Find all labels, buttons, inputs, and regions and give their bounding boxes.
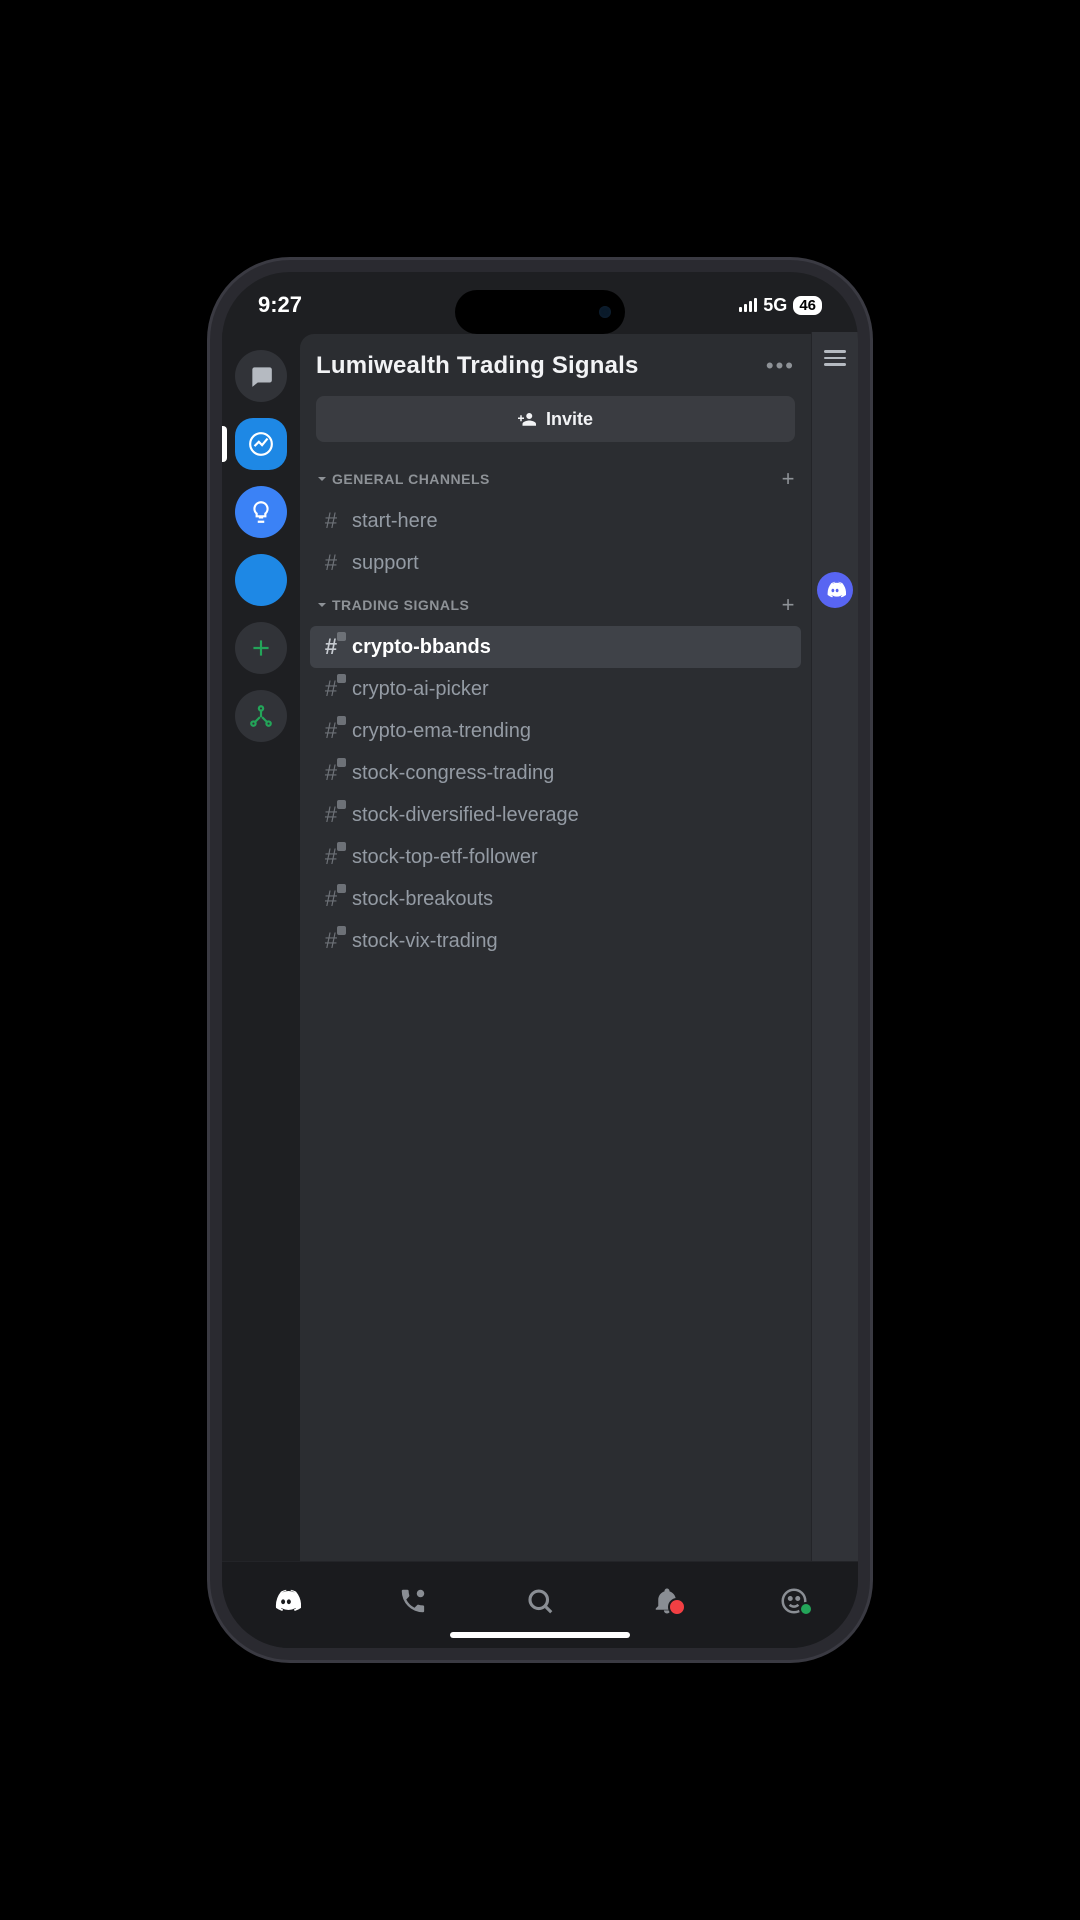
home-indicator[interactable]: [450, 1632, 630, 1638]
channel-label: stock-top-etf-follower: [352, 846, 538, 869]
dm-home[interactable]: [235, 350, 287, 402]
tab-you[interactable]: [769, 1576, 819, 1626]
channel-crypto-bbands[interactable]: # crypto-bbands: [310, 626, 801, 668]
channel-stock-vix-trading[interactable]: # stock-vix-trading: [310, 920, 801, 962]
channel-stock-congress-trading[interactable]: # stock-congress-trading: [310, 752, 801, 794]
chevron-down-icon: [316, 473, 328, 485]
battery-icon: 46: [793, 296, 822, 315]
channel-panel: Lumiwealth Trading Signals ••• Invite GE…: [300, 334, 811, 1561]
tab-servers[interactable]: [261, 1576, 311, 1626]
server-title[interactable]: Lumiwealth Trading Signals: [316, 352, 639, 380]
category-label: GENERAL CHANNELS: [332, 471, 490, 487]
chat-peek[interactable]: [811, 332, 858, 1561]
discover[interactable]: [235, 690, 287, 742]
invite-button[interactable]: Invite: [316, 396, 795, 442]
channel-label: stock-diversified-leverage: [352, 804, 579, 827]
cell-signal-icon: [739, 298, 757, 312]
channel-label: crypto-ema-trending: [352, 720, 531, 743]
phone-frame: 9:27 5G 46 Lumiwealth Trading Signals: [210, 260, 870, 1660]
dynamic-island: [455, 290, 625, 334]
private-channel-icon: #: [320, 844, 342, 870]
channel-start-here[interactable]: # start-here: [310, 500, 801, 542]
category: GENERAL CHANNELS + # start-here # support: [300, 458, 811, 584]
menu-icon[interactable]: [824, 346, 846, 370]
channel-label: crypto-ai-picker: [352, 678, 489, 701]
hash-icon: #: [320, 550, 342, 576]
chevron-down-icon: [316, 599, 328, 611]
status-time: 9:27: [258, 292, 302, 318]
tab-search[interactable]: [515, 1576, 565, 1626]
presence-badge: [799, 1602, 813, 1616]
app-root: Lumiwealth Trading Signals ••• Invite GE…: [222, 332, 858, 1648]
hash-icon: #: [320, 508, 342, 534]
channel-stock-top-etf-follower[interactable]: # stock-top-etf-follower: [310, 836, 801, 878]
server-rail: [222, 332, 300, 1561]
status-right: 5G 46: [739, 295, 822, 316]
server-header: Lumiwealth Trading Signals •••: [300, 334, 811, 390]
category: TRADING SIGNALS + # crypto-bbands # crypto-ai…: [300, 584, 811, 962]
more-options-icon[interactable]: •••: [766, 353, 795, 379]
add-server[interactable]: [235, 622, 287, 674]
main-area: Lumiwealth Trading Signals ••• Invite GE…: [222, 332, 858, 1561]
private-channel-icon: #: [320, 886, 342, 912]
tab-calls[interactable]: [388, 1576, 438, 1626]
channel-crypto-ai-picker[interactable]: # crypto-ai-picker: [310, 668, 801, 710]
channel-label: start-here: [352, 510, 438, 533]
private-channel-icon: #: [320, 676, 342, 702]
channel-label: stock-vix-trading: [352, 930, 498, 953]
status-network: 5G: [763, 295, 787, 316]
private-channel-icon: #: [320, 802, 342, 828]
private-channel-icon: #: [320, 760, 342, 786]
phone-screen: 9:27 5G 46 Lumiwealth Trading Signals: [222, 272, 858, 1648]
channel-label: crypto-bbands: [352, 636, 491, 659]
server-lumiwealth-signals[interactable]: [235, 418, 287, 470]
discord-avatar-icon[interactable]: [817, 572, 853, 608]
channel-label: stock-breakouts: [352, 888, 493, 911]
private-channel-icon: #: [320, 928, 342, 954]
channel-stock-breakouts[interactable]: # stock-breakouts: [310, 878, 801, 920]
private-channel-icon: #: [320, 718, 342, 744]
channel-label: stock-congress-trading: [352, 762, 554, 785]
notification-badge: [668, 1598, 686, 1616]
channel-support[interactable]: # support: [310, 542, 801, 584]
channel-stock-diversified-leverage[interactable]: # stock-diversified-leverage: [310, 794, 801, 836]
tab-notifications[interactable]: [642, 1576, 692, 1626]
server-blank[interactable]: [235, 554, 287, 606]
channel-crypto-ema-trending[interactable]: # crypto-ema-trending: [310, 710, 801, 752]
private-channel-icon: #: [320, 634, 342, 660]
channel-label: support: [352, 552, 419, 575]
server-lumiwealth-ideas[interactable]: [235, 486, 287, 538]
invite-label: Invite: [546, 409, 593, 430]
category-header[interactable]: TRADING SIGNALS +: [310, 584, 801, 626]
invite-icon: [518, 410, 536, 428]
category-header[interactable]: GENERAL CHANNELS +: [310, 458, 801, 500]
add-channel-icon[interactable]: +: [782, 466, 795, 492]
category-label: TRADING SIGNALS: [332, 597, 469, 613]
add-channel-icon[interactable]: +: [782, 592, 795, 618]
